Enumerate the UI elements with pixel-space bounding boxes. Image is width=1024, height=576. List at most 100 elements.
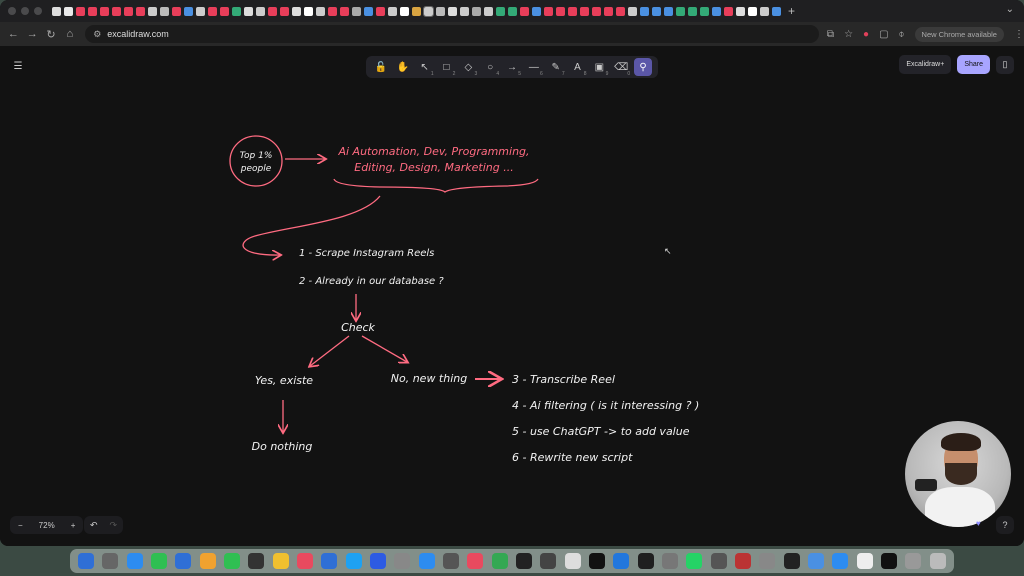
dock-app-icon[interactable] [272, 553, 289, 569]
zoom-level[interactable]: 72% [31, 521, 63, 530]
forward-icon[interactable]: → [23, 28, 42, 40]
menu-dots-icon[interactable]: ⋮ [1014, 29, 1024, 40]
dock-app-icon[interactable] [321, 553, 338, 569]
browser-tab[interactable] [388, 6, 397, 16]
zoom-in-button[interactable]: + [63, 521, 84, 530]
new-tab-button[interactable]: + [788, 4, 795, 18]
browser-tab[interactable] [100, 6, 109, 16]
dock-app-icon[interactable] [808, 553, 824, 569]
browser-tab[interactable] [736, 6, 745, 16]
zoom-window-button[interactable] [34, 7, 42, 15]
browser-tab[interactable] [724, 6, 733, 16]
extensions-puzzle-icon[interactable]: ▢ [879, 29, 888, 40]
browser-tab[interactable] [64, 6, 73, 16]
dock-app-icon[interactable] [832, 553, 849, 569]
browser-tab[interactable] [232, 6, 241, 16]
browser-tab[interactable] [712, 6, 721, 16]
browser-tab[interactable] [76, 6, 85, 16]
dock-app-icon[interactable] [443, 553, 460, 569]
browser-tab[interactable] [376, 6, 385, 16]
undo-icon[interactable]: ↶ [84, 520, 104, 531]
zoom-out-button[interactable]: − [10, 521, 31, 530]
excalidraw-canvas[interactable]: ☰ 🔓 ✋ ↖ 1 □ 2 ◇ 3 ○ 4 → 5—6 ✎ 7 A 8 ▣ 9 ⌫ 0 ⚲ Excalidraw+ Sh… [0, 46, 1024, 546]
browser-tab[interactable] [544, 6, 553, 16]
arrow-to-no[interactable] [361, 335, 407, 362]
browser-tab[interactable] [304, 6, 313, 16]
browser-tab[interactable] [700, 6, 709, 16]
minimize-window-button[interactable] [21, 7, 29, 15]
browser-tab[interactable] [292, 6, 301, 16]
tab-search-chevron-icon[interactable]: ⌄ [1006, 4, 1014, 15]
browser-tab[interactable] [436, 6, 445, 16]
browser-tab[interactable] [580, 6, 589, 16]
browser-tab[interactable] [592, 6, 601, 16]
browser-tab[interactable] [184, 6, 193, 16]
browser-tab[interactable] [364, 6, 373, 16]
browser-tab[interactable] [448, 6, 457, 16]
bookmark-star-icon[interactable]: ☆ [844, 29, 853, 40]
browser-tab[interactable] [508, 6, 517, 16]
browser-tab[interactable] [484, 6, 493, 16]
dock-app-icon[interactable] [491, 553, 508, 569]
dock-app-icon[interactable] [589, 553, 606, 569]
browser-tab[interactable] [352, 6, 361, 16]
browser-tab[interactable] [280, 6, 289, 16]
profile-icon[interactable]: ⌽ [899, 29, 905, 40]
dock-app-icon[interactable] [613, 553, 630, 569]
browser-tab[interactable] [196, 6, 205, 16]
dock-app-icon[interactable] [710, 553, 727, 569]
dock-app-icon[interactable] [297, 553, 314, 569]
browser-tab[interactable] [400, 6, 409, 16]
browser-tab[interactable] [556, 6, 565, 16]
dock-app-icon[interactable] [394, 553, 411, 569]
browser-tab[interactable] [568, 6, 577, 16]
browser-tab[interactable] [652, 6, 661, 16]
browser-tab[interactable] [160, 6, 169, 16]
dock-app-icon[interactable] [418, 553, 435, 569]
back-icon[interactable]: ← [4, 28, 23, 40]
dock-app-icon[interactable] [735, 553, 752, 569]
reload-icon[interactable]: ↻ [42, 28, 61, 41]
browser-tab[interactable] [748, 6, 757, 16]
browser-tab[interactable] [616, 6, 625, 16]
dock-app-icon[interactable] [905, 553, 922, 569]
browser-tab[interactable] [640, 6, 649, 16]
dock-app-icon[interactable] [662, 553, 679, 569]
browser-tab[interactable] [220, 6, 229, 16]
browser-tab[interactable] [760, 6, 769, 16]
dock-app-icon[interactable] [516, 553, 533, 569]
browser-tab[interactable] [208, 6, 217, 16]
help-button[interactable]: ? [996, 516, 1014, 534]
dock-app-icon[interactable] [102, 553, 119, 569]
redo-icon[interactable]: ↷ [104, 520, 124, 531]
cast-icon[interactable]: ⧉ [827, 29, 834, 40]
dock-app-icon[interactable] [248, 553, 265, 569]
close-window-button[interactable] [8, 7, 16, 15]
dock-app-icon[interactable] [199, 553, 216, 569]
dock-app-icon[interactable] [856, 553, 873, 569]
dock-app-icon[interactable] [467, 553, 484, 569]
browser-tab[interactable] [148, 6, 157, 16]
browser-tab[interactable] [112, 6, 121, 16]
curve-arrow-to-step1[interactable] [242, 195, 381, 255]
browser-tab[interactable] [604, 6, 613, 16]
browser-tab[interactable] [136, 6, 145, 16]
dock-app-icon[interactable] [224, 553, 241, 569]
browser-tab[interactable] [472, 6, 481, 16]
dock-app-icon[interactable] [564, 553, 581, 569]
dock-app-icon[interactable] [540, 553, 557, 569]
browser-tab[interactable] [460, 6, 469, 16]
dock-app-icon[interactable] [637, 553, 654, 569]
browser-tab[interactable] [412, 6, 421, 16]
browser-tab[interactable] [172, 6, 181, 16]
browser-tab[interactable] [628, 6, 637, 16]
dock-app-icon[interactable] [686, 553, 703, 569]
home-icon[interactable]: ⌂ [60, 28, 79, 40]
update-chrome-button[interactable]: New Chrome available [914, 26, 1004, 42]
browser-tab[interactable] [88, 6, 97, 16]
browser-tab[interactable] [664, 6, 673, 16]
dock-app-icon[interactable] [370, 553, 387, 569]
browser-tab[interactable] [124, 6, 133, 16]
browser-tab[interactable] [423, 5, 434, 17]
browser-tab[interactable] [496, 6, 505, 16]
